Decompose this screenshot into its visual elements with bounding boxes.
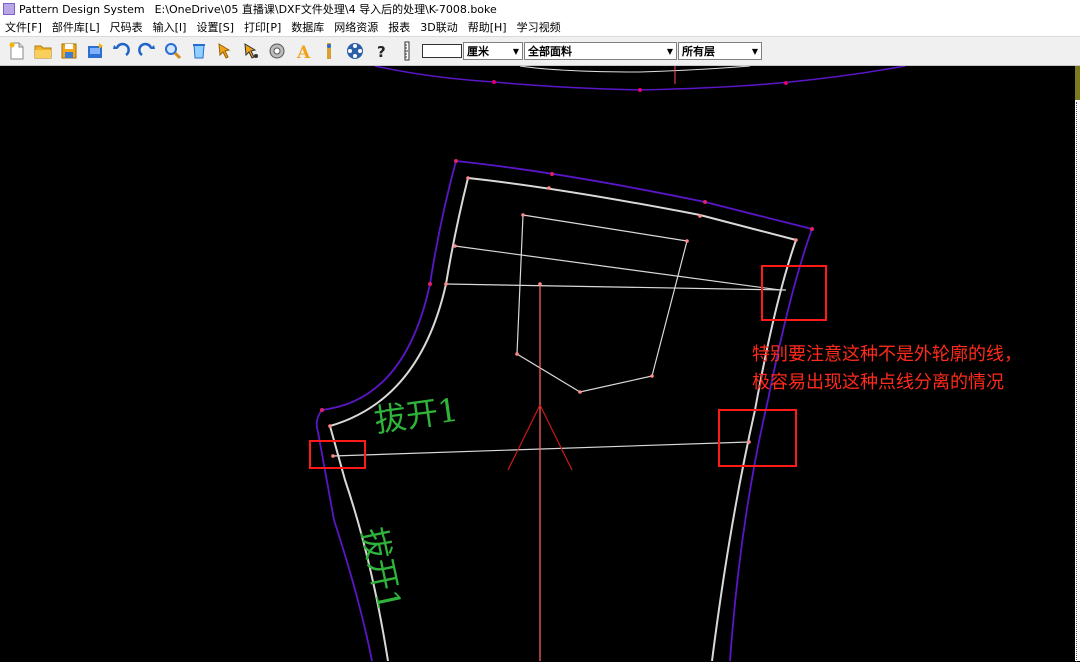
clear-icon[interactable] xyxy=(186,39,212,63)
highlight-box xyxy=(718,409,797,467)
menu-tutorial-videos[interactable]: 学习视频 xyxy=(512,19,566,35)
top-piece-seam xyxy=(519,66,751,73)
menu-size-table[interactable]: 尺码表 xyxy=(105,19,148,35)
menu-database[interactable]: 数据库 xyxy=(286,19,329,35)
layer-select[interactable]: 所有层 ▼ xyxy=(678,42,762,60)
menu-file[interactable]: 文件[F] xyxy=(0,19,47,35)
import-icon[interactable] xyxy=(82,39,108,63)
vertical-ruler-icon[interactable] xyxy=(394,39,420,63)
measure-icon[interactable] xyxy=(264,39,290,63)
title-bar: Pattern Design System E:\OneDrive\05 直播课… xyxy=(0,0,1080,18)
menu-report[interactable]: 报表 xyxy=(383,19,415,35)
svg-text:A: A xyxy=(296,43,311,61)
app-icon xyxy=(3,3,15,15)
save-icon[interactable] xyxy=(56,39,82,63)
menu-bar: 文件[F] 部件库[L] 尺码表 输入[I] 设置[S] 打印[P] 数据库 网… xyxy=(0,18,1080,37)
annotation-text: 特别要注意这种不是外轮廓的线， 极容易出现这种点线分离的情况 xyxy=(752,344,1022,393)
grain-arrow xyxy=(507,404,541,471)
top-point xyxy=(638,88,642,92)
toolbar: A ? 厘米 ▼ 全部面料 ▼ 所有层 ▼ xyxy=(0,37,1080,66)
pocket-outline xyxy=(516,214,688,393)
menu-settings[interactable]: 设置[S] xyxy=(191,19,239,35)
top-piece-outline xyxy=(374,66,906,91)
menu-print[interactable]: 打印[P] xyxy=(239,19,286,35)
top-point xyxy=(492,80,496,84)
file-path: E:\OneDrive\05 直播课\DXF文件处理\4 导入后的处理\K-70… xyxy=(154,3,497,16)
select-arrow-icon[interactable] xyxy=(212,39,238,63)
scroll-thumb[interactable] xyxy=(1075,66,1080,100)
open-folder-icon[interactable] xyxy=(30,39,56,63)
chevron-down-icon: ▼ xyxy=(666,46,673,56)
chevron-down-icon: ▼ xyxy=(751,46,758,56)
reel-icon[interactable] xyxy=(342,39,368,63)
ruler-person-icon[interactable] xyxy=(316,39,342,63)
internal-line xyxy=(454,245,781,291)
internal-line xyxy=(332,441,750,457)
zoom-icon[interactable] xyxy=(160,39,186,63)
menu-input[interactable]: 输入[I] xyxy=(148,19,192,35)
top-point xyxy=(784,81,788,85)
undo-icon[interactable] xyxy=(108,39,134,63)
menu-3d-link[interactable]: 3D联动 xyxy=(415,19,462,35)
fabric-select[interactable]: 全部面料 ▼ xyxy=(524,42,677,60)
unit-select[interactable]: 厘米 ▼ xyxy=(463,42,523,60)
help-icon[interactable]: ? xyxy=(368,39,394,63)
redo-icon[interactable] xyxy=(134,39,160,63)
text-icon[interactable]: A xyxy=(290,39,316,63)
internal-line xyxy=(445,283,787,291)
menu-parts-library[interactable]: 部件库[L] xyxy=(47,19,105,35)
grain-arrow xyxy=(539,404,573,471)
highlight-box xyxy=(761,265,827,321)
right-scroll-strip[interactable] xyxy=(1075,66,1080,662)
scroll-track xyxy=(1076,102,1080,662)
new-icon[interactable] xyxy=(4,39,30,63)
line-color-swatch[interactable] xyxy=(422,44,462,58)
menu-network[interactable]: 网络资源 xyxy=(329,19,383,35)
piece-label: 拔开1 xyxy=(354,524,409,614)
chevron-down-icon: ▼ xyxy=(512,46,519,56)
select-arrow-alt-icon[interactable] xyxy=(238,39,264,63)
app-title: Pattern Design System xyxy=(19,2,145,16)
svg-text:?: ? xyxy=(377,43,386,61)
menu-help[interactable]: 帮助[H] xyxy=(463,19,512,35)
